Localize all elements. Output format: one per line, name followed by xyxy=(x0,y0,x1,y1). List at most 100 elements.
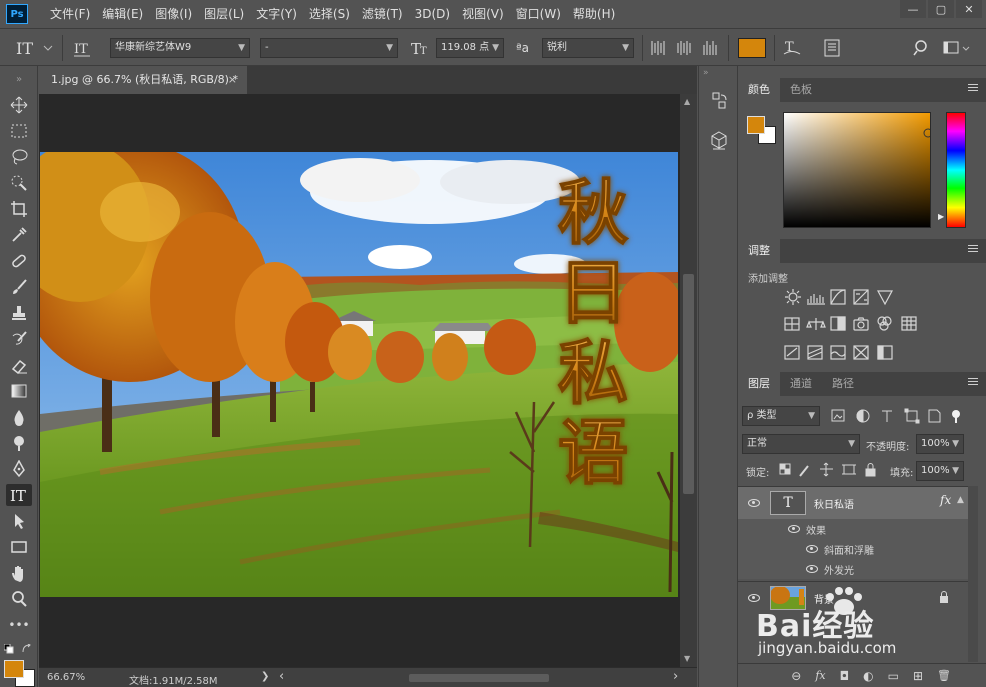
dodge-tool-icon[interactable] xyxy=(6,432,32,454)
menu-help[interactable]: 帮助(H) xyxy=(567,0,621,28)
add-mask-icon[interactable]: ◘ xyxy=(840,669,850,683)
tab-color[interactable]: 颜色 xyxy=(738,78,780,102)
visibility-eye-icon[interactable] xyxy=(748,499,760,507)
menu-select[interactable]: 选择(S) xyxy=(303,0,356,28)
scroll-right-icon[interactable]: › xyxy=(673,669,678,684)
visibility-eye-icon[interactable] xyxy=(788,525,800,533)
photo-filter-icon[interactable] xyxy=(853,317,869,331)
history-brush-tool-icon[interactable] xyxy=(6,328,32,350)
menu-window[interactable]: 窗口(W) xyxy=(510,0,567,28)
menu-layer[interactable]: 图层(L) xyxy=(198,0,250,28)
font-family-dropdown[interactable]: 华康新综艺体W9 ▼ xyxy=(110,38,250,58)
stamp-tool-icon[interactable] xyxy=(6,302,32,324)
default-colors-icon[interactable] xyxy=(3,643,14,654)
align-center-icon[interactable] xyxy=(676,38,694,58)
menu-view[interactable]: 视图(V) xyxy=(456,0,510,28)
quick-select-tool-icon[interactable] xyxy=(6,172,32,194)
new-layer-icon[interactable]: ⊞ xyxy=(913,669,923,683)
tab-channels[interactable]: 通道 xyxy=(780,372,822,396)
color-lookup-icon[interactable] xyxy=(901,316,917,331)
warp-text-icon[interactable]: T xyxy=(782,38,802,58)
minimize-button[interactable]: — xyxy=(900,0,926,18)
horizontal-scrollbar-thumb[interactable] xyxy=(409,674,549,682)
effect-bevel-row[interactable]: 斜面和浮雕 xyxy=(738,539,968,559)
layer-kind-filter[interactable]: ρ 类型 ▼ xyxy=(742,406,820,426)
hand-tool-icon[interactable] xyxy=(6,562,32,584)
filter-shape-icon[interactable] xyxy=(904,408,920,424)
more-tools-icon[interactable]: ••• xyxy=(6,614,32,636)
collapse-toolbox-icon[interactable]: » xyxy=(6,74,32,85)
tab-swatches[interactable]: 色板 xyxy=(780,78,822,102)
hue-saturation-icon[interactable] xyxy=(784,317,800,331)
channel-mixer-icon[interactable] xyxy=(877,316,892,331)
character-panel-icon[interactable] xyxy=(822,38,842,58)
hue-slider[interactable] xyxy=(946,112,966,228)
threshold-icon[interactable] xyxy=(830,345,846,360)
marquee-tool-icon[interactable] xyxy=(6,120,32,142)
menu-file[interactable]: 文件(F) xyxy=(44,0,96,28)
toggle-orientation-icon[interactable]: IT xyxy=(72,38,94,58)
fx-icon[interactable]: fx xyxy=(940,493,951,507)
curves-icon[interactable] xyxy=(830,289,846,305)
panel-menu-icon[interactable] xyxy=(968,378,978,388)
link-layers-icon[interactable]: ⊖ xyxy=(791,669,801,683)
filter-type-icon[interactable] xyxy=(882,410,892,422)
lock-transparent-icon[interactable] xyxy=(779,463,791,475)
lock-position-icon[interactable] xyxy=(820,462,833,477)
collapse-icon[interactable]: » xyxy=(703,68,709,78)
color-balance-icon[interactable] xyxy=(806,318,826,330)
canvas-area[interactable]: 秋 日 私 语 xyxy=(39,94,680,667)
font-size-dropdown[interactable]: 119.08 点 ▼ xyxy=(436,38,504,58)
menu-type[interactable]: 文字(Y) xyxy=(250,0,303,28)
restore-button[interactable]: ▢ xyxy=(928,0,954,18)
eraser-tool-icon[interactable] xyxy=(6,354,32,376)
gradient-tool-icon[interactable] xyxy=(6,380,32,402)
filter-adjustment-icon[interactable] xyxy=(856,409,870,423)
eyedropper-tool-icon[interactable] xyxy=(6,224,32,246)
lock-artboard-icon[interactable] xyxy=(842,464,856,475)
scroll-up-icon[interactable]: ▲ xyxy=(684,97,690,106)
search-icon[interactable] xyxy=(912,38,932,58)
color-picker-field[interactable] xyxy=(783,112,933,228)
tab-adjustments[interactable]: 调整 xyxy=(738,239,780,263)
lasso-tool-icon[interactable] xyxy=(6,146,32,168)
levels-icon[interactable] xyxy=(807,294,825,305)
visibility-eye-icon[interactable] xyxy=(806,565,818,573)
delete-layer-icon[interactable]: 🗑 xyxy=(937,669,951,682)
menu-filter[interactable]: 滤镜(T) xyxy=(356,0,409,28)
hue-slider-marker-icon[interactable]: ▶ xyxy=(938,212,944,221)
filter-toggle-icon[interactable] xyxy=(952,410,960,418)
fill-field[interactable]: 100% ▼ xyxy=(916,461,964,481)
selective-color-icon[interactable] xyxy=(853,345,869,360)
scroll-left-icon[interactable]: ‹ xyxy=(279,669,284,684)
crop-tool-icon[interactable] xyxy=(6,198,32,220)
canvas-vertical-scrollbar[interactable]: ▲ ▼ xyxy=(680,94,697,667)
history-panel-icon[interactable] xyxy=(709,90,729,113)
text-color-swatch[interactable] xyxy=(738,38,766,58)
close-icon[interactable]: × xyxy=(228,66,237,94)
blend-mode-dropdown[interactable]: 正常 ▼ xyxy=(742,434,860,454)
antialias-dropdown[interactable]: 锐利 ▼ xyxy=(542,38,634,58)
layer-row-text[interactable]: T 秋日私语 fx ▲ xyxy=(738,487,968,519)
font-style-dropdown[interactable]: - ▼ xyxy=(260,38,398,58)
pen-tool-icon[interactable] xyxy=(6,458,32,480)
align-right-icon[interactable] xyxy=(702,38,720,58)
brush-tool-icon[interactable] xyxy=(6,276,32,298)
document-canvas[interactable]: 秋 日 私 语 xyxy=(40,152,678,597)
effects-row[interactable]: 效果 xyxy=(738,519,968,539)
workspace-switcher-icon[interactable] xyxy=(942,38,972,58)
scroll-down-icon[interactable]: ▼ xyxy=(684,654,690,663)
panel-menu-icon[interactable] xyxy=(968,245,978,255)
new-group-icon[interactable]: ▭ xyxy=(888,669,899,683)
vibrance-icon[interactable] xyxy=(876,290,894,306)
swap-colors-icon[interactable] xyxy=(22,643,32,654)
path-select-tool-icon[interactable] xyxy=(6,510,32,532)
healing-brush-tool-icon[interactable] xyxy=(6,250,32,272)
panel-menu-icon[interactable] xyxy=(968,84,978,94)
visibility-eye-icon[interactable] xyxy=(806,545,818,553)
type-tool-icon[interactable]: IT xyxy=(6,484,32,506)
new-fill-adjustment-icon[interactable]: ◐ xyxy=(863,669,873,683)
zoom-level[interactable]: 66.67% xyxy=(47,672,85,683)
layer-name[interactable]: 秋日私语 xyxy=(814,496,854,511)
close-button[interactable]: ✕ xyxy=(956,0,982,18)
